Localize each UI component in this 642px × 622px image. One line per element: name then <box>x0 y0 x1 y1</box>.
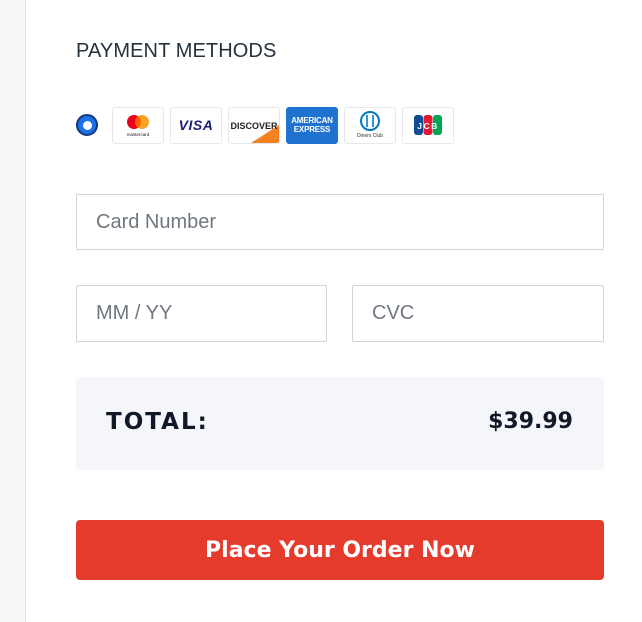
visa-wordmark: VISA <box>178 117 214 133</box>
left-sidebar-edge <box>0 0 26 622</box>
visa-icon: VISA <box>170 106 222 144</box>
expiry-date-input[interactable] <box>76 285 327 342</box>
radio-selected-dot <box>82 120 92 130</box>
payment-methods-row: mastercard VISA DISCOVER AMERICAN EXPRES… <box>76 106 460 144</box>
mastercard-wordmark: mastercard <box>127 132 150 137</box>
order-total-box: TOTAL: $39.99 <box>76 377 604 470</box>
card-number-input[interactable] <box>76 194 604 250</box>
discover-wordmark: DISCOVER <box>230 121 278 131</box>
jcb-icon: JCB <box>402 106 454 144</box>
total-amount: $39.99 <box>488 409 573 434</box>
discover-icon: DISCOVER <box>228 106 280 144</box>
jcb-wordmark: JCB <box>417 121 439 131</box>
amex-icon: AMERICAN EXPRESS <box>286 106 338 144</box>
total-label: TOTAL: <box>106 409 209 435</box>
checkout-panel: PAYMENT METHODS mastercard VISA DISCOVER <box>26 0 642 622</box>
amex-wordmark-top: AMERICAN <box>291 116 333 125</box>
cvc-input[interactable] <box>352 285 604 342</box>
diners-club-wordmark: Diners Club <box>357 133 383 139</box>
payment-methods-title: PAYMENT METHODS <box>76 40 277 62</box>
place-order-button[interactable]: Place Your Order Now <box>76 520 604 580</box>
card-payment-radio[interactable] <box>76 114 98 136</box>
amex-wordmark-bottom: EXPRESS <box>293 125 331 134</box>
diners-club-icon: Diners Club <box>344 106 396 144</box>
mastercard-icon: mastercard <box>112 106 164 144</box>
